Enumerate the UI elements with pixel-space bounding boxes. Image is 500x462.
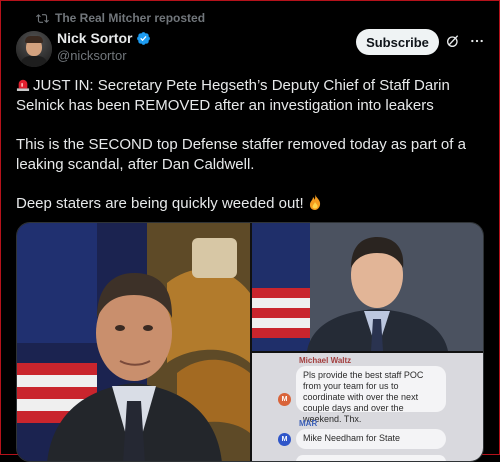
fire-emoji-icon — [309, 194, 320, 210]
post-media[interactable]: Michael Waltz M Pls provide the best sta… — [16, 222, 484, 462]
subscribe-button[interactable]: Subscribe — [356, 29, 439, 55]
post-paragraph-3: Deep staters are being quickly weeded ou… — [16, 194, 486, 214]
avatar[interactable] — [16, 31, 52, 67]
portrait-illustration-2 — [252, 223, 483, 351]
chat-sender-1: Michael Waltz — [299, 356, 352, 365]
verified-badge-icon — [137, 31, 151, 45]
media-image-official-portrait[interactable] — [17, 223, 250, 461]
portrait-illustration — [17, 223, 250, 461]
post-body: JUST IN: Secretary Pete Hegseth’s Deputy… — [16, 76, 486, 233]
repost-icon — [36, 13, 49, 23]
post-paragraph-2: This is the SECOND top Defense staffer r… — [16, 136, 466, 173]
chat-message-3-partial — [296, 455, 446, 461]
siren-emoji-icon — [16, 79, 30, 91]
post-text-p3: Deep staters are being quickly weeded ou… — [16, 195, 304, 212]
chat-sender-2: MAR — [299, 419, 318, 428]
post-paragraph-1: JUST IN: Secretary Pete Hegseth’s Deputy… — [16, 76, 486, 116]
grok-icon[interactable] — [445, 33, 461, 49]
more-icon[interactable] — [470, 34, 484, 48]
media-image-staff-portrait[interactable] — [252, 223, 483, 351]
media-image-chat-screenshot[interactable]: Michael Waltz M Pls provide the best sta… — [252, 353, 483, 461]
chat-avatar-1: M — [278, 393, 291, 406]
repost-indicator[interactable]: The Real Mitcher reposted — [36, 11, 205, 25]
chat-avatar-2: M — [278, 433, 291, 446]
chat-message-2: Mike Needham for State — [296, 429, 446, 449]
repost-text: The Real Mitcher reposted — [55, 11, 206, 25]
chat-message-1: Pls provide the best staff POC from your… — [296, 366, 446, 424]
author-handle[interactable]: @nicksortor — [57, 48, 127, 63]
author-name[interactable]: Nick Sortor — [57, 30, 132, 46]
post-text-p1: JUST IN: Secretary Pete Hegseth’s Deputy… — [16, 77, 450, 114]
